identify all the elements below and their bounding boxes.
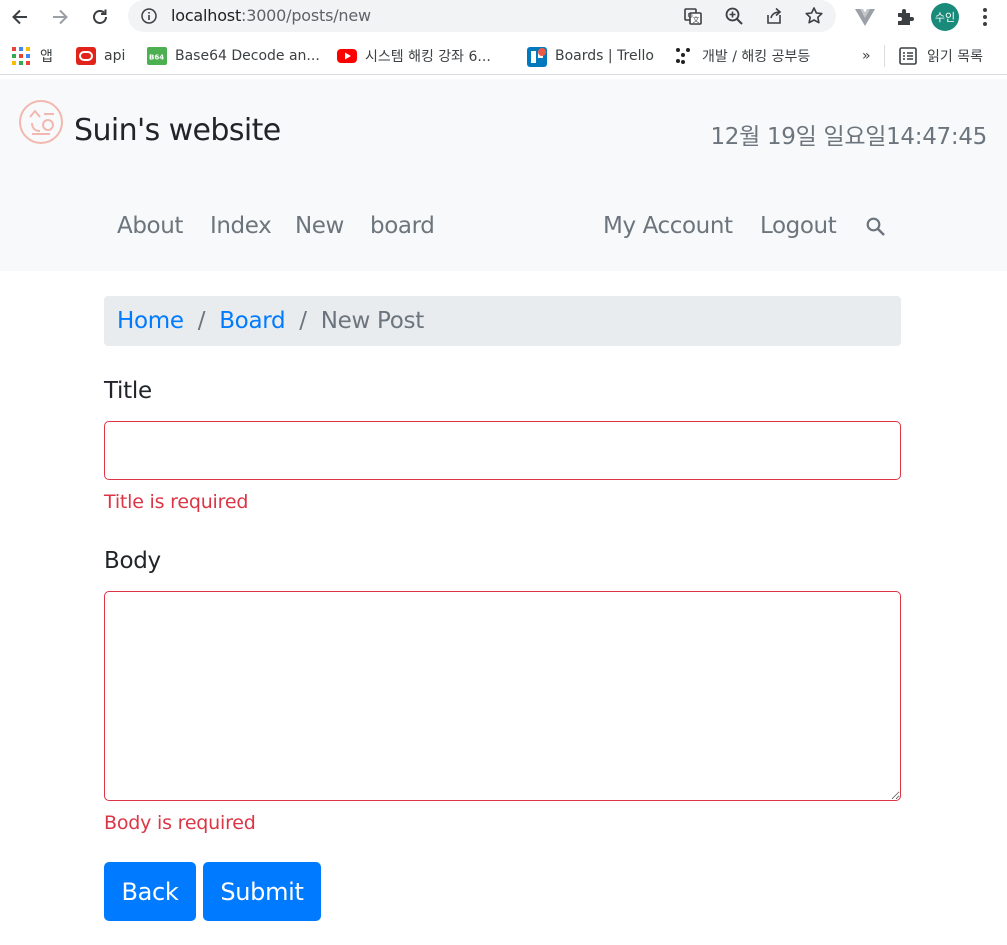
- bookmarks-bar: 앱 api B64 Base64 Decode an... 시스템 해킹 강좌 …: [0, 37, 1007, 75]
- bookmark-label: 시스템 해킹 강좌 6...: [365, 49, 491, 65]
- translate-icon[interactable]: G文: [683, 6, 703, 26]
- trello-icon: [527, 47, 547, 67]
- address-bar[interactable]: localhost:3000/posts/new G文: [128, 0, 836, 32]
- forward-arrow-icon[interactable]: [46, 4, 74, 30]
- url-text: localhost:3000/posts/new: [171, 6, 371, 25]
- submit-button[interactable]: Submit: [203, 862, 321, 921]
- bookmarks-divider: [884, 45, 885, 67]
- bookmark-youtube[interactable]: 시스템 해킹 강좌 6...: [337, 45, 491, 67]
- nav-about[interactable]: About: [117, 213, 183, 239]
- browser-toolbar: localhost:3000/posts/new G文 수인: [0, 0, 1007, 37]
- reading-list-icon: [899, 47, 917, 65]
- svg-text:B64: B64: [149, 54, 164, 62]
- body-label: Body: [104, 548, 161, 574]
- dots-icon: [674, 47, 692, 65]
- bookmarks-overflow-button[interactable]: »: [862, 45, 871, 67]
- share-icon[interactable]: [764, 6, 784, 26]
- bookmark-label: Boards | Trello: [555, 48, 654, 64]
- apps-grid-icon: [12, 47, 30, 65]
- profile-avatar[interactable]: 수인: [931, 3, 959, 31]
- title-error: Title is required: [104, 491, 249, 513]
- site-brand[interactable]: Suin's website: [74, 113, 281, 148]
- oracle-icon: [76, 47, 96, 65]
- site-header: Suin's website 12월 19일 일요일14:47:45 About…: [0, 79, 1007, 271]
- bookmark-trello[interactable]: Boards | Trello: [527, 45, 654, 67]
- youtube-icon: [337, 47, 357, 65]
- site-info-icon[interactable]: [141, 8, 157, 24]
- bookmark-label: 개발 / 해킹 공부등: [702, 49, 811, 65]
- header-clock: 12월 19일 일요일14:47:45: [710, 124, 987, 150]
- breadcrumb-home[interactable]: Home: [117, 308, 184, 334]
- breadcrumb-separator: /: [197, 308, 206, 334]
- vuejs-extension-icon[interactable]: [854, 6, 876, 28]
- back-arrow-icon[interactable]: [6, 4, 34, 30]
- bookmark-api[interactable]: api: [76, 45, 125, 67]
- reload-icon[interactable]: [86, 4, 114, 30]
- bookmark-label: Base64 Decode an...: [175, 48, 320, 64]
- search-icon[interactable]: [865, 216, 887, 238]
- breadcrumb-board[interactable]: Board: [219, 308, 285, 334]
- site-logo-icon[interactable]: [18, 99, 64, 145]
- zoom-icon[interactable]: [724, 6, 744, 26]
- nav-logout[interactable]: Logout: [760, 213, 837, 239]
- body-textarea[interactable]: [104, 591, 901, 801]
- breadcrumb-separator: /: [299, 308, 307, 334]
- breadcrumb-current: New Post: [320, 308, 425, 334]
- breadcrumb: Home / Board / New Post: [104, 296, 901, 346]
- back-button[interactable]: Back: [104, 862, 196, 921]
- title-input[interactable]: [104, 421, 901, 480]
- bookmark-label: api: [104, 48, 126, 64]
- svg-text:文: 文: [693, 15, 700, 24]
- title-label: Title: [104, 378, 152, 404]
- reading-list-label: 읽기 목록: [927, 49, 983, 65]
- bookmark-star-icon[interactable]: [804, 6, 824, 26]
- nav-index[interactable]: Index: [210, 213, 272, 239]
- bookmark-dev-folder[interactable]: 개발 / 해킹 공부등: [674, 45, 810, 67]
- bookmark-base64[interactable]: B64 Base64 Decode an...: [147, 45, 320, 67]
- nav-new[interactable]: New: [295, 213, 344, 239]
- bookmark-label: 앱: [40, 49, 53, 65]
- reading-list[interactable]: 읽기 목록: [899, 45, 983, 67]
- nav-my-account[interactable]: My Account: [603, 213, 733, 239]
- b64-icon: B64: [147, 47, 167, 65]
- browser-menu-icon[interactable]: [975, 6, 995, 28]
- bookmark-apps[interactable]: 앱: [12, 45, 53, 67]
- body-error: Body is required: [104, 812, 256, 834]
- extensions-puzzle-icon[interactable]: [894, 6, 916, 28]
- nav-board[interactable]: board: [370, 213, 435, 239]
